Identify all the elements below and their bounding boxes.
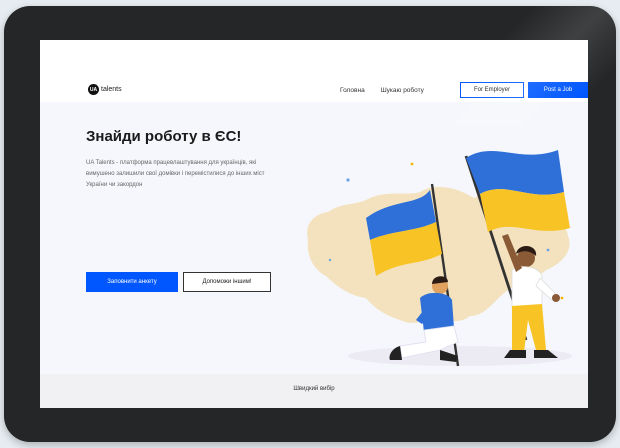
nav-item-home[interactable]: Головна bbox=[340, 87, 365, 94]
nav-item-find-job[interactable]: Шукаю роботу bbox=[381, 87, 424, 94]
hero-title: Знайди роботу в ЄС! bbox=[86, 128, 242, 145]
for-employer-button[interactable]: For Employer bbox=[460, 82, 524, 98]
post-job-button[interactable]: Post a Job bbox=[528, 82, 588, 98]
top-navigation: UA talents Головна Шукаю роботу For Empl… bbox=[40, 40, 588, 102]
tablet-frame: UA talents Головна Шукаю роботу For Empl… bbox=[4, 6, 616, 442]
logo-mark: UA bbox=[88, 84, 99, 95]
big-flag-blue bbox=[466, 150, 564, 195]
help-others-button[interactable]: Допоможи іншим! bbox=[183, 272, 271, 292]
right-person-fist bbox=[552, 294, 560, 302]
big-flag-yellow bbox=[480, 189, 570, 232]
hero-description: UA Talents - платформа працевлаштування … bbox=[86, 160, 265, 188]
quick-choice-label[interactable]: Швидкий вибір bbox=[40, 386, 588, 392]
footer-bar: Швидкий вибір bbox=[40, 374, 588, 408]
hero-illustration bbox=[307, 150, 572, 367]
fill-form-button[interactable]: Заповнити анкету bbox=[86, 272, 178, 292]
nav-links: Головна Шукаю роботу bbox=[340, 82, 440, 98]
logo-text: talents bbox=[101, 86, 122, 93]
right-person-legs bbox=[512, 304, 546, 352]
browser-screen: UA talents Головна Шукаю роботу For Empl… bbox=[40, 40, 588, 408]
logo[interactable]: UA talents bbox=[88, 84, 122, 95]
